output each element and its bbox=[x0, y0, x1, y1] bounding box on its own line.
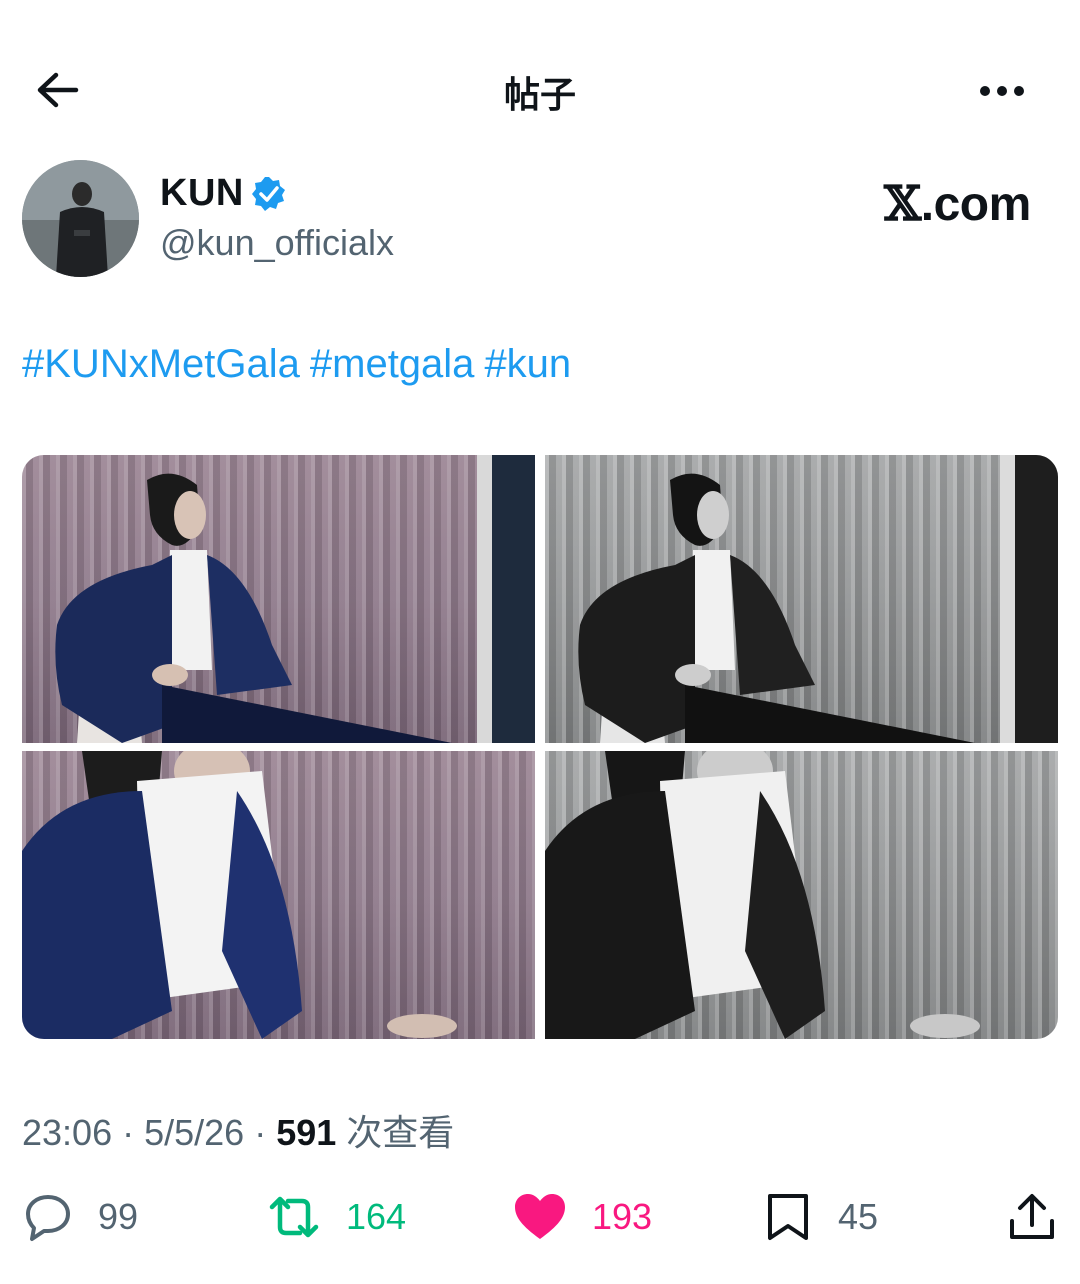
author-handle[interactable]: @kun_officialx bbox=[160, 222, 394, 264]
photo-3-image bbox=[22, 751, 457, 1039]
action-bar: 99 164 193 45 bbox=[0, 1185, 1080, 1249]
post-text: #KUNxMetGala #metgala #kun bbox=[22, 342, 581, 387]
source-watermark: 𝕏.com bbox=[884, 176, 1031, 232]
post-time[interactable]: 23:06 bbox=[22, 1112, 112, 1153]
view-label: 次查看 bbox=[336, 1112, 455, 1153]
top-bar: 帖子 bbox=[0, 40, 1080, 140]
page-title: 帖子 bbox=[503, 75, 576, 116]
heart-icon bbox=[515, 1194, 565, 1239]
photo-1[interactable] bbox=[22, 455, 535, 743]
reply-button[interactable]: 99 bbox=[22, 1185, 138, 1249]
share-button[interactable] bbox=[1006, 1185, 1058, 1249]
more-button[interactable] bbox=[972, 74, 1032, 108]
repost-count: 164 bbox=[346, 1196, 407, 1237]
x-logo: 𝕏 bbox=[884, 176, 921, 232]
avatar[interactable] bbox=[22, 160, 139, 277]
post-meta: 23:06 · 5/5/26 · 591 次查看 bbox=[22, 1104, 454, 1156]
meta-separator: · bbox=[244, 1112, 277, 1153]
source-domain: .com bbox=[920, 178, 1032, 231]
view-count: 591 bbox=[276, 1112, 337, 1153]
bookmark-icon bbox=[768, 1194, 808, 1240]
meta-separator: · bbox=[112, 1112, 145, 1153]
photo-2-image bbox=[578, 455, 1058, 743]
avatar-photo bbox=[22, 160, 139, 277]
like-count: 193 bbox=[592, 1196, 653, 1237]
post-date[interactable]: 5/5/26 bbox=[144, 1112, 244, 1153]
hashtag-link[interactable]: #metgala bbox=[310, 342, 475, 386]
reply-icon bbox=[26, 1195, 70, 1241]
bookmark-button[interactable]: 45 bbox=[762, 1185, 878, 1249]
photo-2[interactable] bbox=[545, 455, 1058, 743]
photo-4[interactable] bbox=[545, 751, 1058, 1039]
hashtag-link[interactable]: #kun bbox=[484, 342, 571, 386]
repost-button[interactable]: 164 bbox=[266, 1185, 406, 1249]
display-name[interactable]: KUN bbox=[160, 172, 244, 215]
reply-count: 99 bbox=[98, 1196, 139, 1237]
photo-1-image bbox=[55, 455, 535, 743]
more-icon bbox=[980, 86, 1024, 96]
like-button[interactable]: 193 bbox=[512, 1185, 652, 1249]
photo-4-image bbox=[545, 751, 980, 1039]
media-grid bbox=[22, 455, 1058, 1039]
verified-icon bbox=[252, 177, 285, 211]
share-icon bbox=[1010, 1194, 1054, 1239]
photo-3[interactable] bbox=[22, 751, 535, 1039]
bookmark-count: 45 bbox=[838, 1196, 879, 1237]
repost-icon bbox=[269, 1196, 319, 1238]
hashtag-link[interactable]: #KUNxMetGala bbox=[22, 342, 300, 386]
